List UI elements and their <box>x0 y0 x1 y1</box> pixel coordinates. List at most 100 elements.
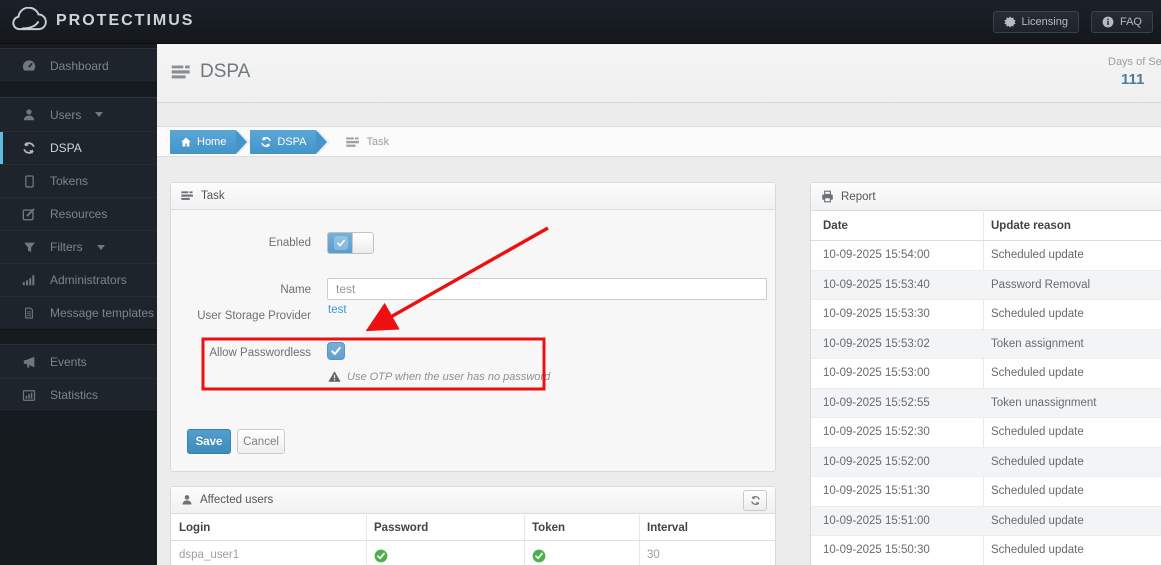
report-row: 10-09-2025 15:53:30 Scheduled update <box>811 300 1161 330</box>
breadcrumb-task-label: Task <box>366 136 390 148</box>
report-reason: Scheduled update <box>991 544 1084 556</box>
report-row: 10-09-2025 15:53:02 Token assignment <box>811 329 1161 359</box>
page-title: DSPA <box>171 61 250 83</box>
report-reason: Password Removal <box>991 278 1091 291</box>
interval-value: 30 <box>647 549 660 561</box>
protectimus-logo[interactable]: PROTECTIMUS <box>10 7 194 34</box>
sidebar-item-label: Tokens <box>50 174 89 188</box>
sidebar-item-label: Administrators <box>50 273 127 287</box>
faq-label: FAQ <box>1119 16 1142 28</box>
sidebar-item-dashboard[interactable]: Dashboard <box>0 49 157 82</box>
printer-icon <box>821 190 834 203</box>
report-date: 10-09-2025 15:52:30 <box>823 426 930 438</box>
sidebar-item-label: Message templates <box>50 306 155 320</box>
column-header-update-reason: Update reason <box>991 220 1071 232</box>
breadcrumb-dspa[interactable]: DSPA <box>250 130 331 154</box>
edit-icon <box>20 207 38 221</box>
breadcrumb-home-label: Home <box>197 136 227 148</box>
check-icon <box>337 239 345 247</box>
report-reason: Scheduled update <box>991 426 1084 438</box>
name-label: Name <box>280 284 311 296</box>
sidebar-item-dspa[interactable]: DSPA <box>0 131 157 164</box>
page-header: DSPA <box>157 44 1161 103</box>
name-input[interactable] <box>327 278 767 300</box>
status-check-icon <box>532 549 546 565</box>
allow-passwordless-label: Allow Passwordless <box>209 347 311 359</box>
chevron-down-icon <box>96 244 105 250</box>
enabled-label: Enabled <box>268 237 311 249</box>
sidebar-item-label: DSPA <box>50 141 82 155</box>
brand-wordmark: PROTECTIMUS <box>56 11 195 29</box>
sidebar-item-label: Filters <box>50 240 83 254</box>
cancel-button[interactable]: Cancel <box>237 429 285 454</box>
faq-button[interactable]: FAQ <box>1090 11 1153 33</box>
signal-bars-icon <box>20 273 38 287</box>
seal-icon <box>1003 16 1016 28</box>
column-header-date: Date <box>823 220 848 232</box>
affected-users-title: Affected users <box>200 494 274 506</box>
sidebar-item-users[interactable]: Users <box>0 98 157 131</box>
allow-passwordless-checkbox[interactable] <box>327 342 345 360</box>
refresh-button[interactable] <box>743 490 767 511</box>
report-reason: Scheduled update <box>991 455 1084 468</box>
sidebar-item-tokens[interactable]: Tokens <box>0 164 157 197</box>
sidebar-group: Users DSPA Tokens Resources Filters Administr… <box>0 97 157 330</box>
report-reason: Scheduled update <box>991 514 1084 527</box>
sidebar-group: Events Statistics <box>0 344 157 412</box>
report-date: 10-09-2025 15:52:55 <box>823 396 930 409</box>
refresh-icon <box>20 141 38 155</box>
sidebar-item-label: Users <box>50 107 82 122</box>
report-rows: 10-09-2025 15:54:00 Scheduled update 10-09… <box>811 241 1161 565</box>
warning-triangle-icon <box>328 370 341 383</box>
top-bar: PROTECTIMUS Licensing FAQ <box>0 0 1161 44</box>
column-header-login: Login <box>179 522 211 534</box>
list-icon <box>346 136 360 148</box>
report-row: 10-09-2025 15:52:30 Scheduled update <box>811 418 1161 448</box>
sidebar-item-statistics[interactable]: Statistics <box>0 378 157 411</box>
info-icon <box>1102 16 1114 28</box>
sidebar-item-filters[interactable]: Filters <box>0 230 157 263</box>
task-panel: Task Enabled Name User Storage Provider … <box>170 182 776 472</box>
report-date: 10-09-2025 15:53:00 <box>823 367 930 379</box>
report-row: 10-09-2025 15:51:00 Scheduled update <box>811 506 1161 536</box>
user-storage-provider-link[interactable]: test <box>328 304 347 316</box>
token-icon <box>20 174 38 189</box>
report-row: 10-09-2025 15:53:40 Password Removal <box>811 270 1161 300</box>
sidebar-item-events[interactable]: Events <box>0 345 157 378</box>
user-icon <box>181 494 193 506</box>
column-header-token: Token <box>532 522 566 534</box>
report-date: 10-09-2025 15:51:00 <box>823 514 930 527</box>
licensing-label: Licensing <box>1021 16 1068 28</box>
report-reason: Scheduled update <box>991 367 1084 379</box>
protectimus-admin-window: { "topbar": { "brand": "PROTECTIMUS", "l… <box>0 0 1161 565</box>
sidebar-item-message-templates[interactable]: Message templates <box>0 296 157 329</box>
report-row: 10-09-2025 15:53:00 Scheduled update <box>811 359 1161 389</box>
licensing-button[interactable]: Licensing <box>992 11 1079 33</box>
enabled-toggle[interactable] <box>327 232 374 254</box>
days-of-service-value: 111 <box>1121 71 1145 88</box>
report-date: 10-09-2025 15:51:30 <box>823 485 930 497</box>
breadcrumb-home[interactable]: Home <box>170 130 251 154</box>
user-icon <box>20 108 38 122</box>
breadcrumb: Home DSPA Task <box>157 126 1161 157</box>
list-icon <box>171 65 191 80</box>
sidebar: Dashboard Users DSPA Tokens Resources Filters… <box>0 44 157 565</box>
report-reason: Scheduled update <box>991 249 1084 261</box>
warning-text: Use OTP when the user has no password <box>347 370 551 383</box>
status-check-icon <box>374 549 388 565</box>
megaphone-icon <box>20 355 38 369</box>
sidebar-item-administrators[interactable]: Administrators <box>0 263 157 296</box>
report-date: 10-09-2025 15:53:02 <box>823 337 930 350</box>
affected-user-login-link[interactable]: dspa_user1 <box>179 549 239 561</box>
report-row: 10-09-2025 15:52:00 Scheduled update <box>811 447 1161 477</box>
save-button[interactable]: Save <box>187 429 231 454</box>
sidebar-item-resources[interactable]: Resources <box>0 197 157 230</box>
sidebar-group: Dashboard <box>0 48 157 83</box>
sidebar-item-label: Resources <box>50 207 108 221</box>
stats-icon <box>20 389 38 402</box>
report-row: 10-09-2025 15:52:55 Token unassignment <box>811 388 1161 418</box>
task-panel-title: Task <box>201 190 225 202</box>
page-title-text: DSPA <box>200 61 251 82</box>
affected-users-column-headers: Login Password Token Interval <box>171 515 775 541</box>
affected-users-panel: Affected users Login Password Token Interva… <box>170 486 776 565</box>
